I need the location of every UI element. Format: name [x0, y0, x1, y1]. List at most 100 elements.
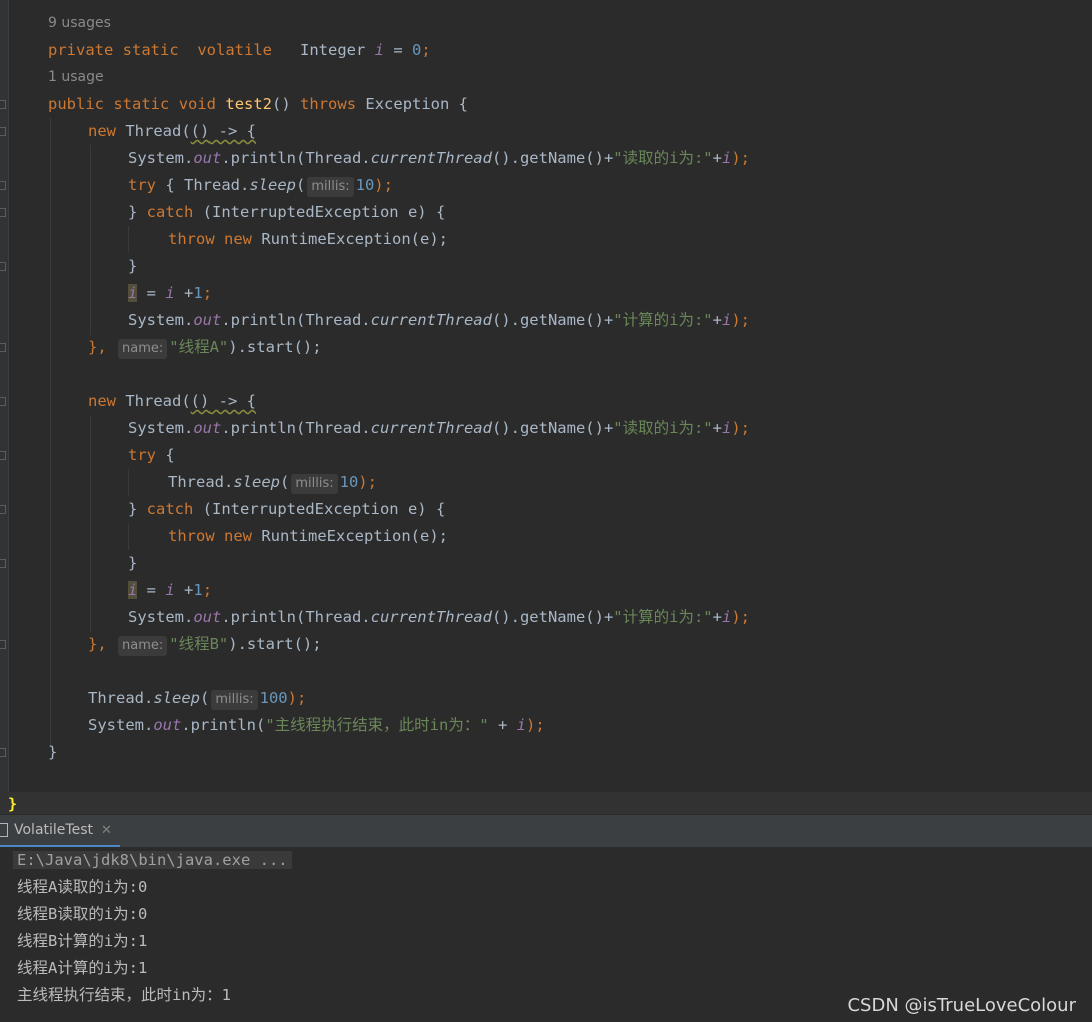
- lambda-arrow: -> {: [209, 392, 256, 410]
- lambda-arrow: -> {: [209, 122, 256, 140]
- console-line: 线程B读取的i为:0: [17, 905, 148, 923]
- string-literal: "主线程执行结束，此时in为：": [265, 716, 489, 734]
- param-hint: millis:: [211, 690, 258, 710]
- fold-marker-icon[interactable]: [0, 181, 6, 190]
- field-ref: i: [721, 608, 732, 626]
- number: 1: [193, 284, 203, 302]
- watermark: CSDN @isTrueLoveColour: [847, 995, 1076, 1016]
- code-line[interactable]: try {: [128, 442, 175, 469]
- keyword: catch: [146, 203, 194, 221]
- fold-marker-icon[interactable]: [0, 748, 6, 757]
- code-line[interactable]: Thread.sleep(millis: 10);: [168, 469, 377, 496]
- static-field: out: [193, 149, 222, 167]
- code-text: );: [731, 608, 750, 626]
- code-line[interactable]: System.out.println(Thread.currentThread(…: [128, 415, 750, 442]
- static-method: currentThread: [370, 608, 492, 626]
- code-line[interactable]: new Thread(() -> {: [88, 388, 256, 415]
- code-text: .println(Thread.: [221, 419, 371, 437]
- code-line[interactable]: Thread.sleep(millis: 100);: [88, 685, 306, 712]
- code-line[interactable]: try { Thread.sleep(millis: 10);: [128, 172, 393, 199]
- code-line[interactable]: throw new RuntimeException(e);: [168, 523, 448, 550]
- editor-gutter[interactable]: [0, 0, 9, 792]
- console-icon: [0, 823, 8, 837]
- fold-marker-icon[interactable]: [0, 127, 6, 136]
- code-text: System.: [88, 716, 154, 734]
- keyword: private: [48, 41, 114, 59]
- code-line[interactable]: i = i +1;: [128, 577, 212, 604]
- console-command[interactable]: E:\Java\jdk8\bin\java.exe ...: [13, 851, 292, 869]
- usages-hint[interactable]: 1 usage: [48, 64, 104, 91]
- code-text: ().getName()+: [491, 311, 614, 329]
- operator: +: [488, 716, 517, 734]
- keyword: try: [128, 176, 156, 194]
- code-line[interactable]: System.out.println("主线程执行结束，此时in为：" + i)…: [88, 712, 545, 739]
- code-line-method[interactable]: public static void test2() throws Except…: [48, 91, 468, 118]
- code-line-field[interactable]: private static volatile Integer i = 0;: [48, 37, 431, 64]
- fold-marker-icon[interactable]: [0, 100, 6, 109]
- fold-marker-icon[interactable]: [0, 640, 6, 649]
- keyword: static: [113, 95, 170, 113]
- code-editor[interactable]: 9 usages private static volatile Integer…: [0, 0, 1092, 792]
- console-line: 线程B计算的i为:1: [17, 932, 148, 950]
- static-field: out: [153, 716, 182, 734]
- code-text: .println(Thread.: [221, 311, 371, 329]
- code-text: (InterruptedException e) {: [193, 203, 446, 221]
- static-method: sleep: [233, 473, 280, 491]
- fold-marker-icon[interactable]: [0, 208, 6, 217]
- code-line[interactable]: }, name: "线程A").start();: [88, 334, 322, 361]
- code-text: { Thread.: [156, 176, 250, 194]
- code-text: ).start();: [228, 635, 322, 653]
- code-text: ().getName()+: [491, 419, 614, 437]
- class-closing-brace[interactable]: }: [8, 794, 17, 814]
- code-line[interactable]: System.out.println(Thread.currentThread(…: [128, 307, 750, 334]
- code-line[interactable]: System.out.println(Thread.currentThread(…: [128, 145, 750, 172]
- string-literal: "线程B": [169, 635, 229, 653]
- fold-marker-icon[interactable]: [0, 505, 6, 514]
- fold-marker-icon[interactable]: [0, 397, 6, 406]
- param-hint: millis:: [291, 474, 338, 494]
- code-line[interactable]: i = i +1;: [128, 280, 212, 307]
- static-method: sleep: [153, 689, 200, 707]
- code-line[interactable]: } catch (InterruptedException e) {: [128, 496, 445, 523]
- field-ref: i: [165, 581, 175, 599]
- static-method: sleep: [249, 176, 296, 194]
- code-line[interactable]: }: [128, 550, 137, 577]
- field-ref: i: [721, 149, 732, 167]
- code-text: (): [272, 95, 301, 113]
- usages-hint[interactable]: 9 usages: [48, 10, 111, 37]
- fold-marker-icon[interactable]: [0, 451, 6, 460]
- code-line[interactable]: System.out.println(Thread.currentThread(…: [128, 604, 750, 631]
- code-text: System.: [128, 419, 194, 437]
- keyword: public: [48, 95, 104, 113]
- indent-guide: [128, 523, 129, 550]
- close-icon[interactable]: ✕: [101, 823, 112, 838]
- code-text: .println(: [181, 716, 266, 734]
- current-line-highlight: [0, 792, 1092, 814]
- code-text: Thread.: [88, 689, 154, 707]
- param-hint: name:: [118, 636, 168, 656]
- fold-marker-icon[interactable]: [0, 262, 6, 271]
- code-line[interactable]: new Thread(() -> {: [88, 118, 256, 145]
- code-line[interactable]: } catch (InterruptedException e) {: [128, 199, 445, 226]
- console-line-command[interactable]: E:\Java\jdk8\bin\java.exe ...: [13, 847, 292, 874]
- lambda-params: (): [190, 122, 210, 140]
- code-text: System.: [128, 608, 194, 626]
- code-line[interactable]: }, name: "线程B").start();: [88, 631, 322, 658]
- code-line[interactable]: throw new RuntimeException(e);: [168, 226, 448, 253]
- code-text: }: [128, 500, 147, 518]
- keyword: volatile: [197, 41, 272, 59]
- run-tool-window-tabs: VolatileTest ✕: [0, 814, 1092, 849]
- code-text: }: [128, 257, 138, 275]
- code-line[interactable]: }: [128, 253, 137, 280]
- code-text: },: [88, 635, 107, 653]
- code-text: );: [731, 419, 750, 437]
- code-text: );: [374, 176, 393, 194]
- code-text: .println(Thread.: [221, 149, 371, 167]
- code-line[interactable]: }: [48, 739, 57, 766]
- field-ref: i: [128, 284, 138, 302]
- lambda-params: (): [190, 392, 210, 410]
- fold-marker-icon[interactable]: [0, 343, 6, 352]
- run-tab-volatiletest[interactable]: VolatileTest ✕: [0, 815, 120, 848]
- fold-marker-icon[interactable]: [0, 559, 6, 568]
- keyword: throws: [300, 95, 357, 113]
